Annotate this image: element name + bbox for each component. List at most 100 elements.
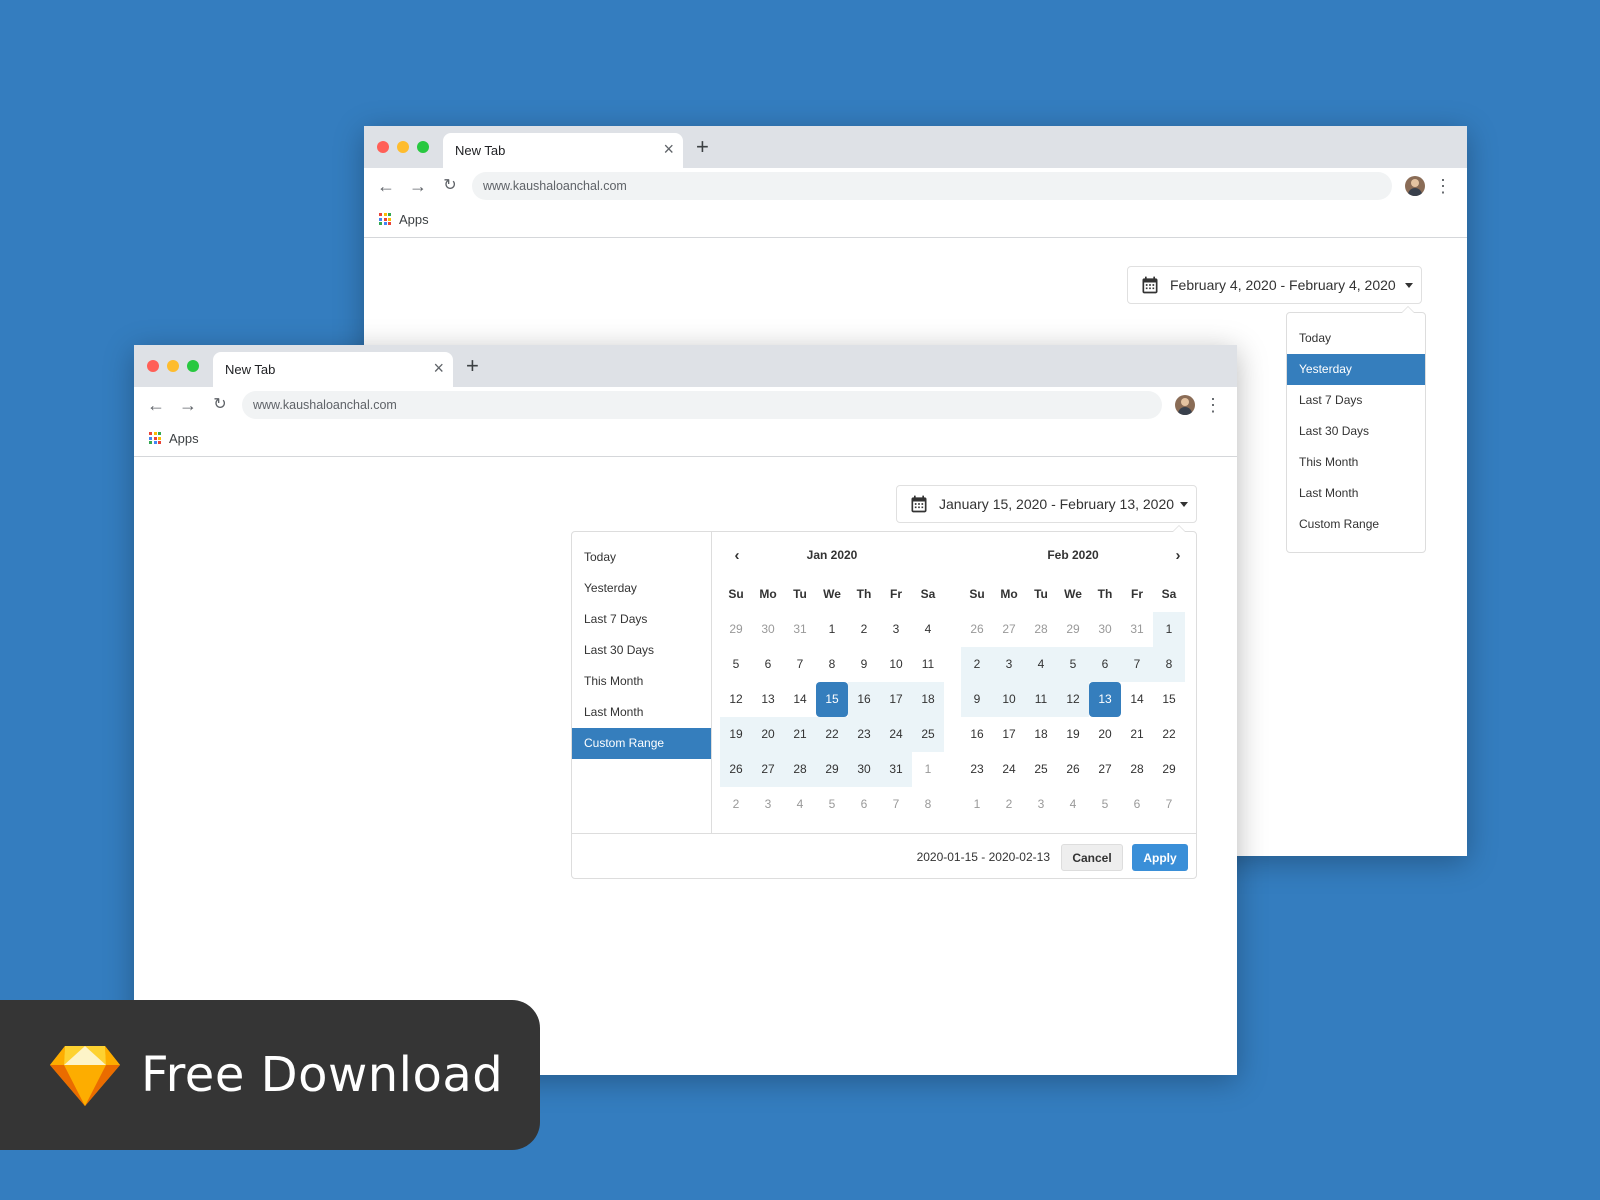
range-option[interactable]: Last 30 Days: [572, 635, 711, 666]
calendar-day[interactable]: 31: [784, 612, 816, 647]
calendar-day[interactable]: 10: [993, 682, 1025, 717]
profile-avatar-icon[interactable]: [1405, 176, 1425, 196]
calendar-day[interactable]: 5: [1089, 787, 1121, 822]
calendar-day[interactable]: 26: [720, 752, 752, 787]
calendar-day[interactable]: 6: [752, 647, 784, 682]
address-bar[interactable]: [242, 391, 1162, 419]
calendar-day[interactable]: 2: [720, 787, 752, 822]
maximize-window-icon[interactable]: [187, 360, 199, 372]
calendar-day[interactable]: 5: [816, 787, 848, 822]
tab-new-tab[interactable]: New Tab ×: [443, 133, 683, 168]
calendar-day[interactable]: 29: [816, 752, 848, 787]
calendar-day[interactable]: 31: [880, 752, 912, 787]
bookmark-apps[interactable]: Apps: [149, 428, 199, 448]
calendar-day[interactable]: 4: [912, 612, 944, 647]
calendar-day[interactable]: 26: [1057, 752, 1089, 787]
calendar-day[interactable]: 7: [1153, 787, 1185, 822]
calendar-day[interactable]: 7: [1121, 647, 1153, 682]
calendar-day[interactable]: 3: [993, 647, 1025, 682]
range-option[interactable]: Last Month: [1287, 478, 1425, 509]
calendar-day[interactable]: 1: [1153, 612, 1185, 647]
calendar-day[interactable]: 23: [961, 752, 993, 787]
calendar-day[interactable]: 7: [784, 647, 816, 682]
back-arrow-icon[interactable]: ←: [374, 174, 398, 198]
calendar-day[interactable]: 16: [961, 717, 993, 752]
calendar-day[interactable]: 27: [1089, 752, 1121, 787]
free-download-banner[interactable]: Free Download: [0, 1000, 540, 1150]
calendar-day[interactable]: 20: [1089, 717, 1121, 752]
reload-icon[interactable]: ↻: [208, 393, 232, 417]
calendar-day[interactable]: 2: [993, 787, 1025, 822]
daterange-input[interactable]: February 4, 2020 - February 4, 2020: [1127, 266, 1422, 304]
calendar-day[interactable]: 19: [720, 717, 752, 752]
calendar-day[interactable]: 27: [752, 752, 784, 787]
calendar-day[interactable]: 1: [912, 752, 944, 787]
forward-arrow-icon[interactable]: →: [176, 393, 200, 417]
range-option[interactable]: Custom Range: [1287, 509, 1425, 540]
calendar-day[interactable]: 18: [912, 682, 944, 717]
calendar-day[interactable]: 3: [880, 612, 912, 647]
cancel-button[interactable]: Cancel: [1061, 844, 1123, 871]
calendar-day[interactable]: 4: [784, 787, 816, 822]
calendar-day[interactable]: 11: [1025, 682, 1057, 717]
calendar-day[interactable]: 11: [912, 647, 944, 682]
new-tab-icon[interactable]: +: [696, 135, 709, 159]
calendar-day[interactable]: 30: [848, 752, 880, 787]
calendar-day[interactable]: 9: [961, 682, 993, 717]
bookmark-apps[interactable]: Apps: [379, 209, 429, 229]
calendar-day[interactable]: 20: [752, 717, 784, 752]
calendar-day[interactable]: 17: [993, 717, 1025, 752]
forward-arrow-icon[interactable]: →: [406, 174, 430, 198]
calendar-day[interactable]: 25: [912, 717, 944, 752]
tab-close-icon[interactable]: ×: [433, 358, 444, 378]
range-option[interactable]: Last Month: [572, 697, 711, 728]
calendar-day[interactable]: 2: [961, 647, 993, 682]
calendar-day[interactable]: 30: [1089, 612, 1121, 647]
calendar-day[interactable]: 16: [848, 682, 880, 717]
calendar-day-selected[interactable]: 13: [1089, 682, 1121, 717]
browser-menu-icon[interactable]: ⋮: [1204, 393, 1222, 417]
range-option[interactable]: This Month: [572, 666, 711, 697]
calendar-day[interactable]: 8: [1153, 647, 1185, 682]
calendar-day[interactable]: 12: [720, 682, 752, 717]
calendar-day[interactable]: 5: [720, 647, 752, 682]
calendar-day[interactable]: 15: [1153, 682, 1185, 717]
range-option[interactable]: Last 7 Days: [1287, 385, 1425, 416]
calendar-day[interactable]: 18: [1025, 717, 1057, 752]
calendar-day[interactable]: 12: [1057, 682, 1089, 717]
tab-close-icon[interactable]: ×: [663, 139, 674, 159]
calendar-day[interactable]: 9: [848, 647, 880, 682]
calendar-day[interactable]: 6: [1089, 647, 1121, 682]
calendar-day[interactable]: 23: [848, 717, 880, 752]
calendar-day[interactable]: 3: [1025, 787, 1057, 822]
apply-button[interactable]: Apply: [1132, 844, 1188, 871]
calendar-day[interactable]: 7: [880, 787, 912, 822]
calendar-day[interactable]: 17: [880, 682, 912, 717]
browser-menu-icon[interactable]: ⋮: [1434, 174, 1452, 198]
calendar-day[interactable]: 26: [961, 612, 993, 647]
calendar-day[interactable]: 8: [816, 647, 848, 682]
calendar-day[interactable]: 29: [1057, 612, 1089, 647]
calendar-day[interactable]: 30: [752, 612, 784, 647]
calendar-day[interactable]: 29: [1153, 752, 1185, 787]
minimize-window-icon[interactable]: [397, 141, 409, 153]
calendar-day[interactable]: 14: [1121, 682, 1153, 717]
profile-avatar-icon[interactable]: [1175, 395, 1195, 415]
range-option[interactable]: Last 7 Days: [572, 604, 711, 635]
range-option[interactable]: Today: [1287, 323, 1425, 354]
range-option[interactable]: Yesterday: [572, 573, 711, 604]
range-option[interactable]: This Month: [1287, 447, 1425, 478]
calendar-day[interactable]: 6: [848, 787, 880, 822]
calendar-day[interactable]: 1: [961, 787, 993, 822]
calendar-day[interactable]: 8: [912, 787, 944, 822]
range-option[interactable]: Yesterday: [1287, 354, 1425, 385]
back-arrow-icon[interactable]: ←: [144, 393, 168, 417]
range-option[interactable]: Custom Range: [572, 728, 711, 759]
calendar-day[interactable]: 10: [880, 647, 912, 682]
calendar-day[interactable]: 14: [784, 682, 816, 717]
close-window-icon[interactable]: [377, 141, 389, 153]
range-option[interactable]: Today: [572, 542, 711, 573]
address-bar[interactable]: [472, 172, 1392, 200]
calendar-day[interactable]: 29: [720, 612, 752, 647]
next-month-icon[interactable]: ›: [1167, 545, 1189, 567]
